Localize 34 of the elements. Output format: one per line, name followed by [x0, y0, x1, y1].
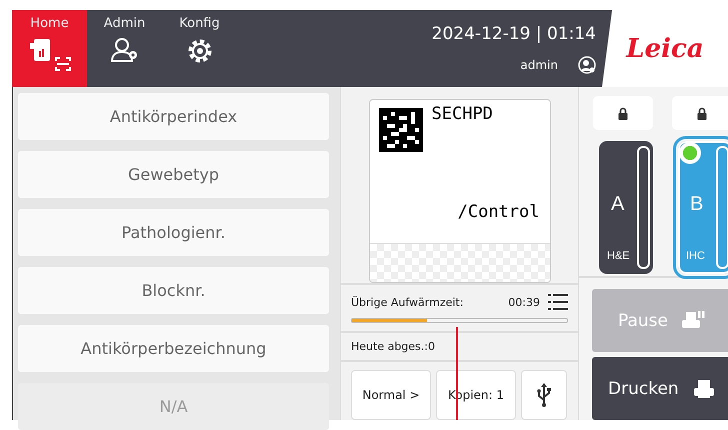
field-button[interactable]: Pathologienr.	[18, 209, 329, 256]
label-text: SECHPD	[432, 104, 493, 124]
field-button[interactable]: Antikörperindex	[18, 93, 329, 140]
printer-icon	[692, 378, 715, 398]
lock-button[interactable]	[593, 96, 653, 130]
field-button[interactable]: Antikörperbezeichnung	[18, 325, 329, 372]
nav-tab[interactable]: Admin	[87, 10, 162, 87]
usb-button[interactable]	[521, 370, 567, 420]
label-text: /Control	[458, 202, 540, 222]
lock-icon	[618, 106, 628, 120]
warmup-time: 00:39	[508, 296, 540, 309]
user-settings-icon	[110, 37, 140, 63]
field-button[interactable]: Blocknr.	[18, 267, 329, 314]
user-settings-icon[interactable]	[578, 56, 596, 74]
printer-icon	[28, 37, 72, 73]
settings-icon	[186, 37, 214, 65]
magazine-card[interactable]: B IHC	[678, 141, 728, 274]
usb-icon	[537, 383, 551, 407]
magazine-card[interactable]: A H&E	[599, 141, 653, 274]
print-button[interactable]: Drucken	[592, 357, 728, 420]
printer-pause-icon	[682, 310, 706, 330]
nav-tab[interactable]: Konfig	[162, 10, 237, 87]
data-matrix-code	[378, 108, 422, 152]
lock-button[interactable]	[672, 96, 728, 130]
warmup-label: Übrige Aufwärmzeit:	[351, 296, 464, 309]
date-time: 2024-12-19 | 01:14	[432, 24, 596, 44]
user-name: admin	[520, 58, 558, 72]
field-button[interactable]: Gewebetyp	[18, 151, 329, 198]
lock-icon	[697, 106, 707, 120]
printed-count: Heute abges.:0	[351, 340, 435, 354]
mode-button[interactable]: Normal >	[351, 370, 431, 420]
menu-icon[interactable]	[548, 293, 568, 312]
nav-tab[interactable]: Home	[12, 10, 87, 87]
brand-logo: Leica	[626, 34, 704, 64]
